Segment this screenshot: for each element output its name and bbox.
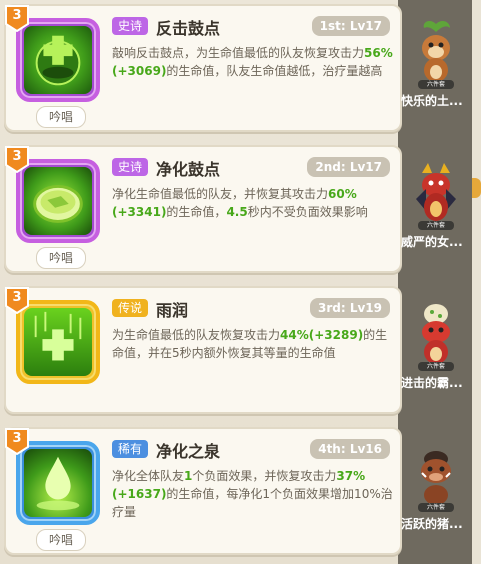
skill-card[interactable]: 3 吟唱 稀有 净化之泉 4th: Lv16 净化全体队友1个负面效果，并恢复攻… — [4, 427, 402, 555]
skill-name: 净化之泉 — [156, 442, 221, 461]
hero-pedestal: 六件套 — [418, 80, 454, 89]
rarity-tag: 稀有 — [112, 440, 149, 458]
hero-slot[interactable]: 六件套 活跃的猪... — [401, 427, 471, 555]
level-badge: 3 — [4, 427, 30, 455]
hero-slot[interactable]: 六件套 威严的女... — [401, 145, 471, 273]
hero-pedestal: 六件套 — [418, 503, 454, 512]
skill-card[interactable]: 3 吟唱 史诗 净化鼓点 2nd: Lv17 净化生命值最低的队友，并恢复其攻击… — [4, 145, 402, 273]
purify-drum-icon — [24, 167, 92, 235]
level-badge: 3 — [4, 145, 30, 173]
hero-name: 活跃的猪... — [401, 517, 463, 531]
purify-spring-icon — [24, 449, 92, 517]
skill-name: 雨润 — [156, 301, 189, 320]
skill-card[interactable]: 3 传说 雨润 3rd: Lv19 为生命值最低的队友恢复攻击力44%(+328… — [4, 286, 402, 414]
hero-pedestal: 六件套 — [418, 362, 454, 371]
rarity-tag: 史诗 — [112, 17, 149, 35]
hero-slot[interactable]: 六件套 进击的霸... — [401, 286, 471, 414]
rarity-tag: 史诗 — [112, 158, 149, 176]
hero-slot[interactable]: 六件套 快乐的土... — [401, 4, 471, 132]
rank-tag: 2nd: Lv17 — [307, 157, 390, 177]
skill-description: 净化全体队友1个负面效果，并恢复攻击力37%(+1637)的生命值，每净化1个负… — [112, 469, 393, 519]
cast-tag: 吟唱 — [36, 106, 86, 128]
cast-tag: 吟唱 — [36, 529, 86, 551]
rank-tag: 4th: Lv16 — [310, 439, 390, 459]
side-tab-handle[interactable] — [472, 178, 481, 198]
rank-tag: 3rd: Lv19 — [309, 298, 390, 318]
hero-name: 威严的女... — [401, 235, 463, 249]
skill-card[interactable]: 3 吟唱 史诗 反击鼓点 1st: Lv17 敲响反击鼓点，为生命值最低的队友恢… — [4, 4, 402, 132]
skill-description: 为生命值最低的队友恢复攻击力44%(+3289)的生命值，并在5秒内额外恢复其等… — [112, 328, 388, 360]
hero-name: 进击的霸... — [401, 376, 463, 390]
level-badge: 3 — [4, 4, 30, 32]
rank-tag: 1st: Lv17 — [311, 16, 390, 36]
hero-pedestal: 六件套 — [418, 221, 454, 230]
skill-name: 净化鼓点 — [156, 160, 221, 179]
cast-tag: 吟唱 — [36, 247, 86, 269]
hero-name: 快乐的土... — [401, 94, 463, 108]
skill-description: 净化生命值最低的队友，并恢复其攻击力60%(+3341)的生命值，4.5秒内不受… — [112, 187, 368, 219]
skill-name: 反击鼓点 — [156, 19, 221, 38]
rarity-tag: 传说 — [112, 299, 149, 317]
skill-description: 敲响反击鼓点，为生命值最低的队友恢复攻击力56%(+3069)的生命值，队友生命… — [112, 46, 393, 78]
right-margin — [472, 0, 481, 564]
rain-heal-icon — [24, 308, 92, 376]
counter-drum-icon — [24, 26, 92, 94]
level-badge: 3 — [4, 286, 30, 314]
